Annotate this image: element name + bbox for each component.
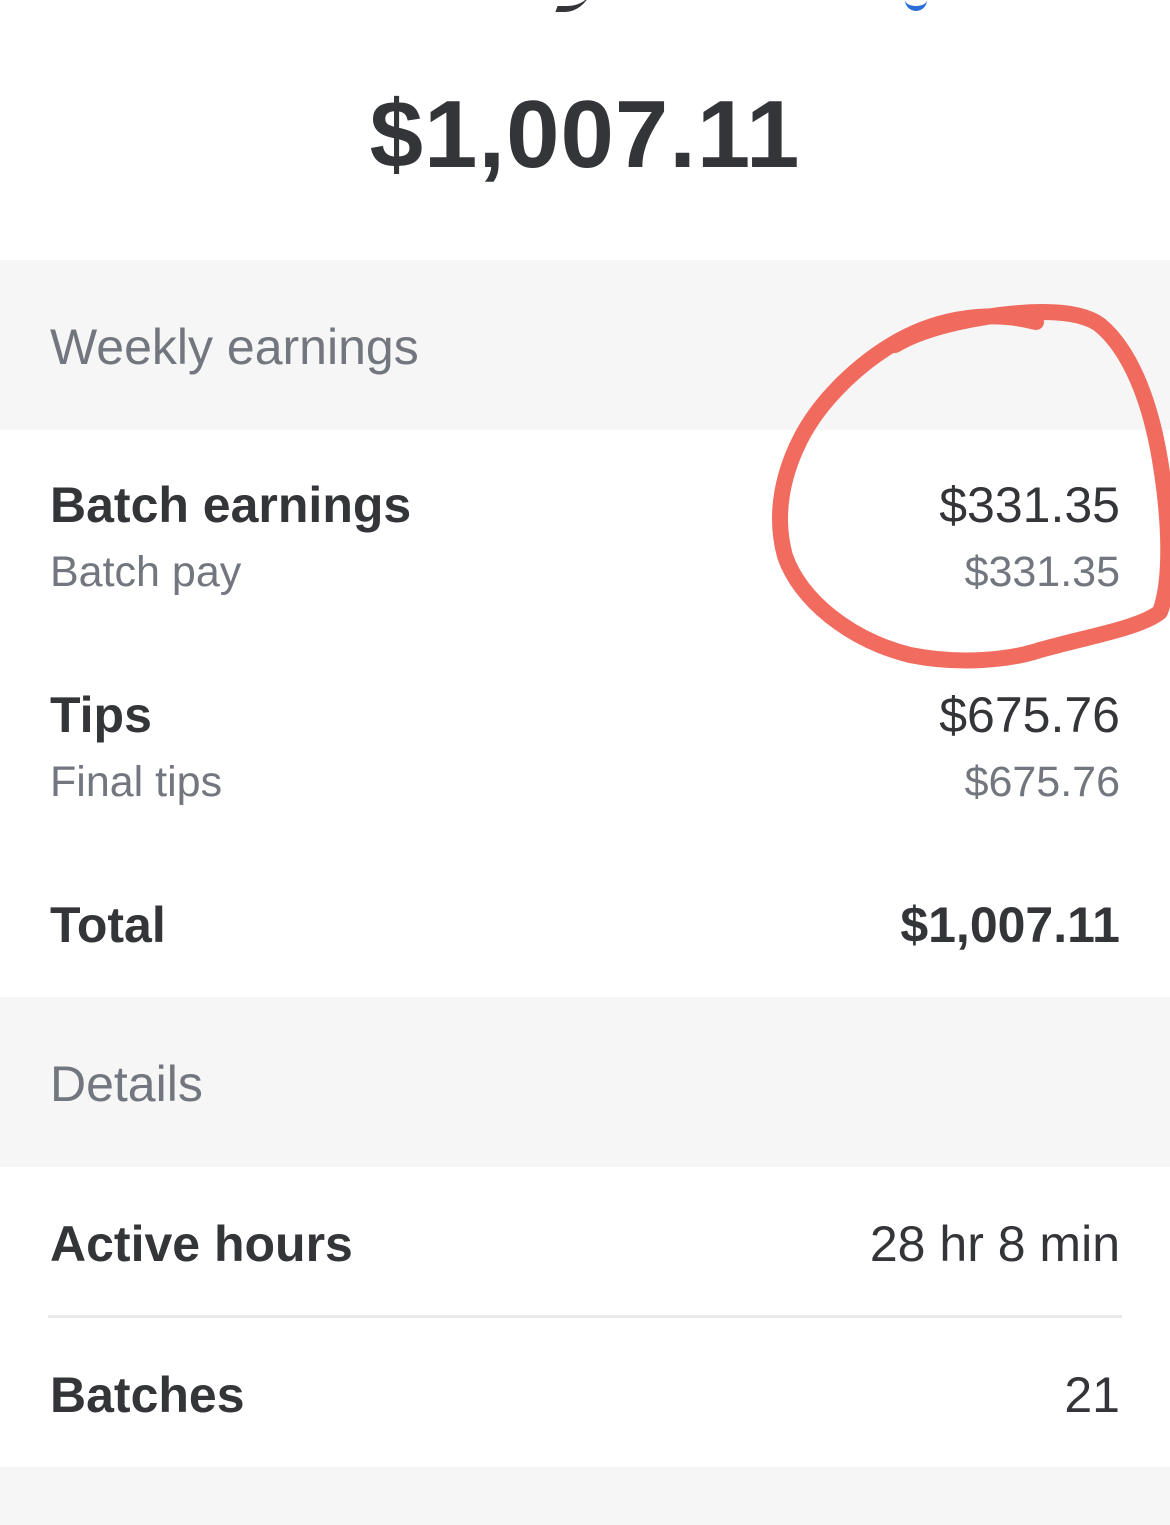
batch-pay-amount: $331.35 xyxy=(964,548,1120,596)
total-label: Total xyxy=(50,897,166,953)
top-cutoff-strip xyxy=(0,0,1170,20)
batch-earnings-row[interactable]: Batch earnings $331.35 Batch pay $331.35 xyxy=(50,476,1120,606)
cutoff-link-fragment xyxy=(905,0,927,11)
cutoff-text-fragment xyxy=(555,0,593,12)
total-earnings-amount: $1,007.11 xyxy=(369,81,801,188)
batch-earnings-amount: $331.35 xyxy=(939,477,1120,533)
earnings-hero: $1,007.11 xyxy=(0,20,1170,260)
details-divider xyxy=(48,1315,1122,1318)
batches-label: Batches xyxy=(50,1367,245,1423)
weekly-earnings-title: Weekly earnings xyxy=(50,319,419,375)
tips-label: Tips xyxy=(50,687,152,743)
batches-value: 21 xyxy=(1064,1367,1120,1423)
active-hours-value: 28 hr 8 min xyxy=(869,1216,1120,1272)
batch-pay-label: Batch pay xyxy=(50,548,242,596)
active-hours-row: Active hours 28 hr 8 min xyxy=(50,1215,1120,1285)
active-hours-label: Active hours xyxy=(50,1216,353,1272)
total-amount: $1,007.11 xyxy=(900,897,1120,953)
bottom-section-band xyxy=(0,1467,1170,1525)
weekly-earnings-header: Weekly earnings xyxy=(0,260,1170,430)
final-tips-amount: $675.76 xyxy=(964,758,1120,806)
total-row: Total $1,007.11 xyxy=(50,896,1120,966)
details-header: Details xyxy=(0,997,1170,1167)
tips-amount: $675.76 xyxy=(939,687,1120,743)
tips-row[interactable]: Tips $675.76 Final tips $675.76 xyxy=(50,686,1120,816)
final-tips-label: Final tips xyxy=(50,758,223,806)
details-title: Details xyxy=(50,1056,203,1112)
batch-earnings-label: Batch earnings xyxy=(50,477,412,533)
batches-row: Batches 21 xyxy=(50,1366,1120,1436)
